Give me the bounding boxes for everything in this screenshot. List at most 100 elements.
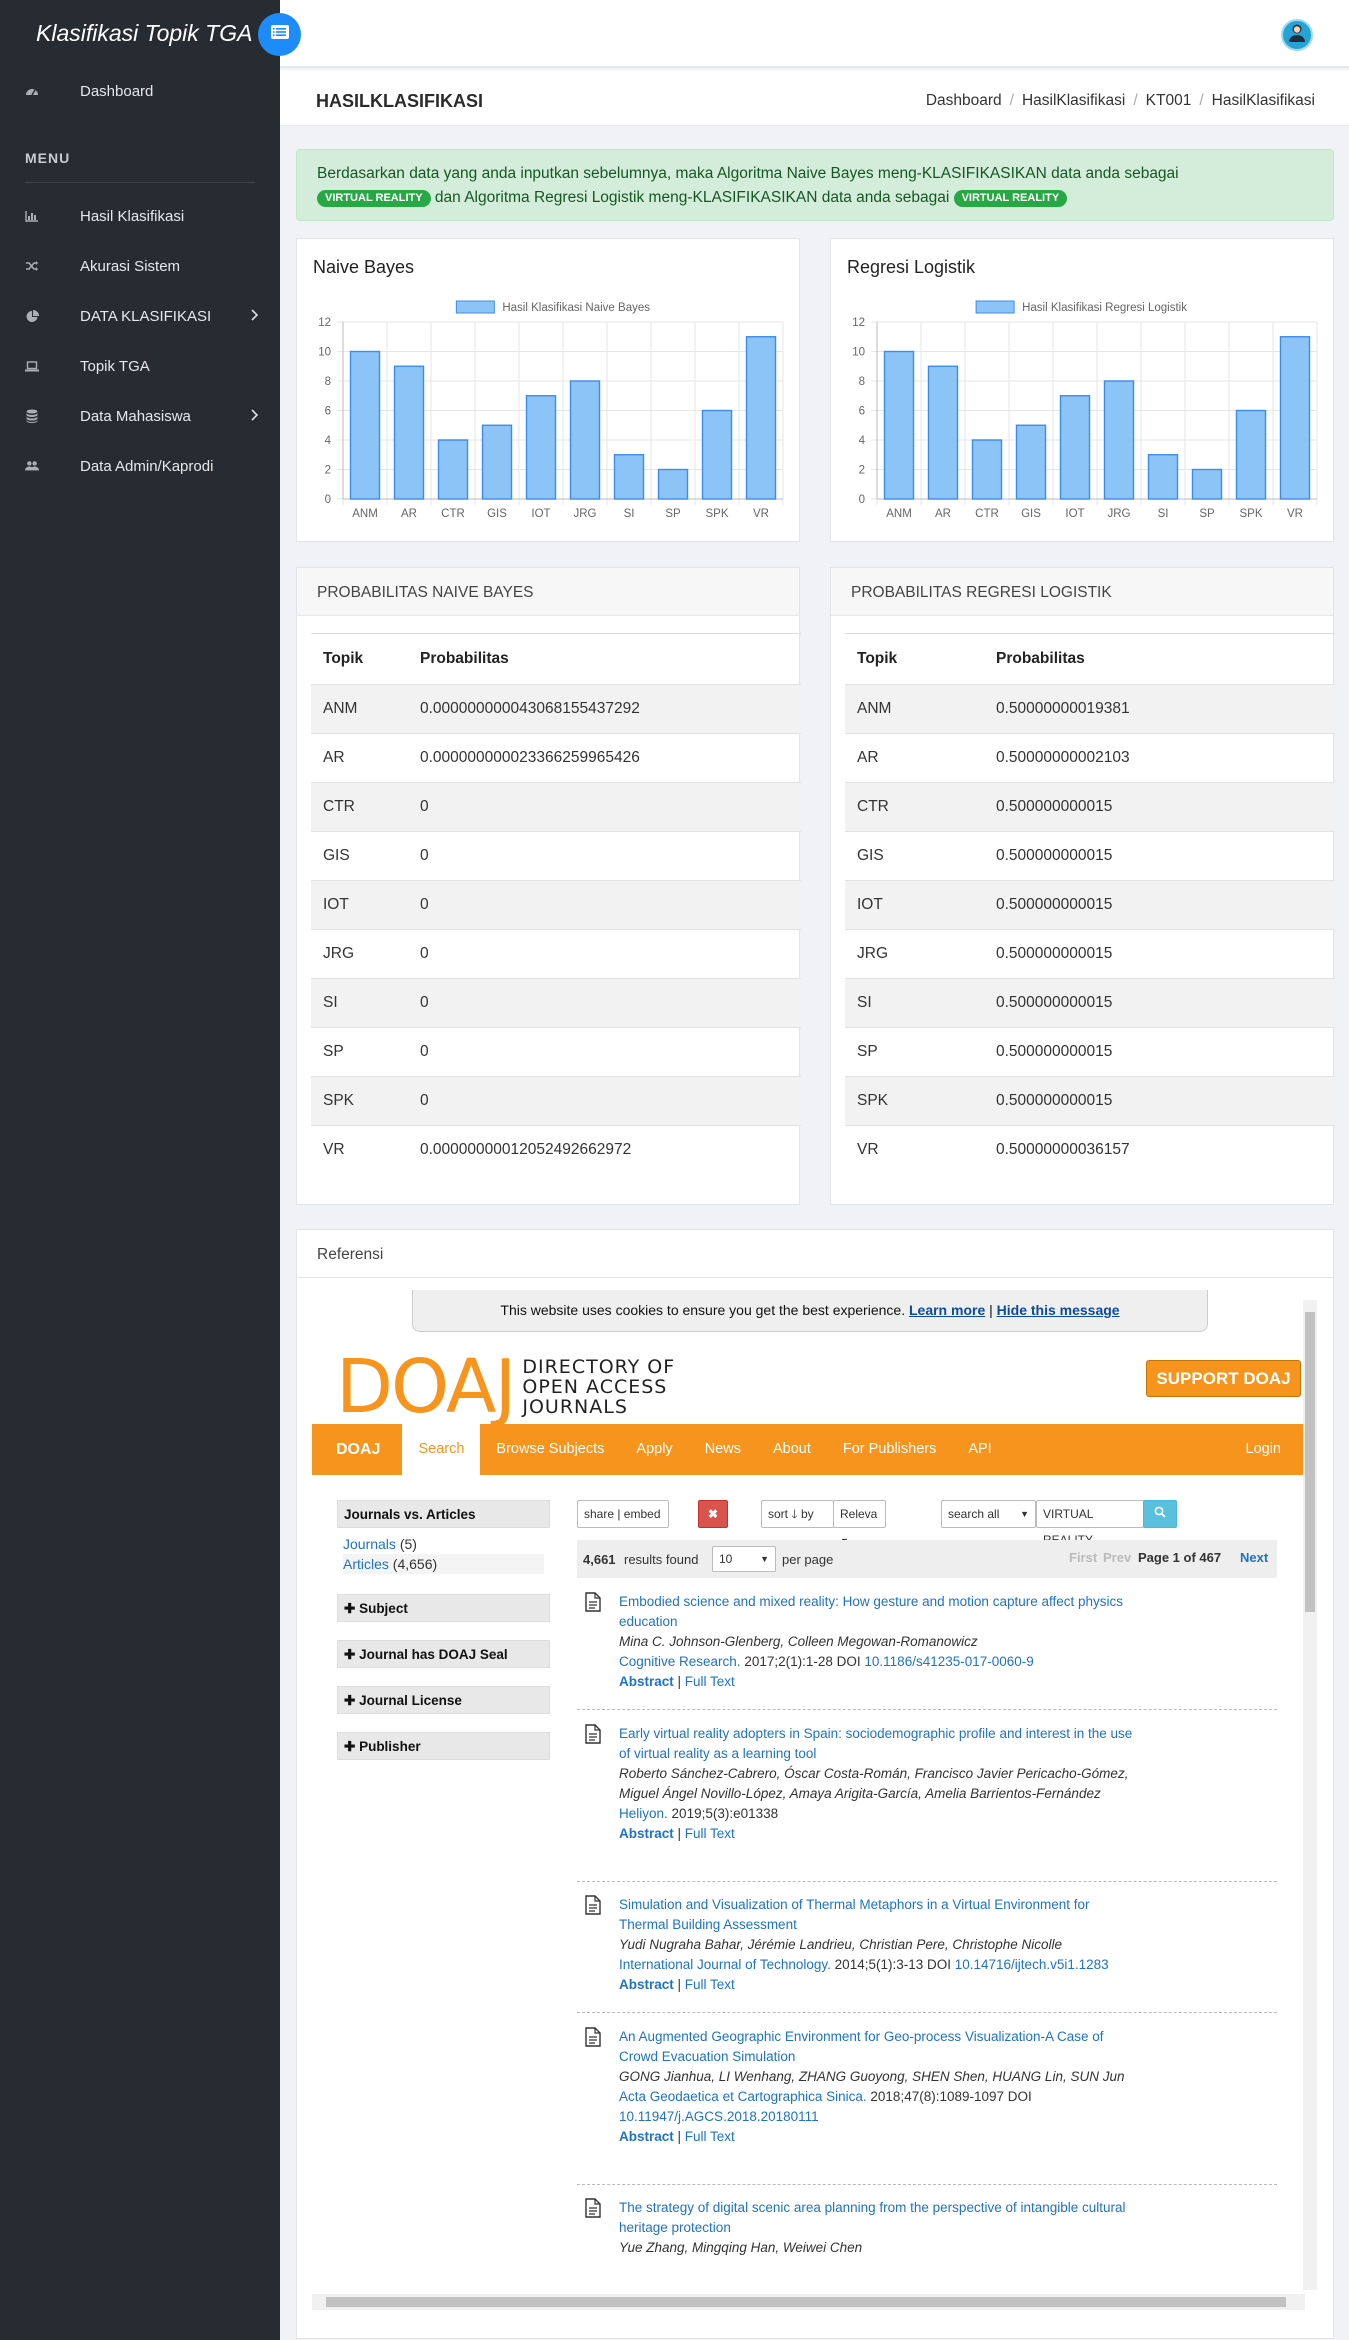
nav-login[interactable]: Login — [1230, 1424, 1305, 1475]
abstract-link[interactable]: Abstract — [619, 1826, 674, 1841]
cookie-hide-link[interactable]: Hide this message — [997, 1302, 1120, 1318]
facet-publisher[interactable]: ✚ Publisher — [337, 1732, 550, 1760]
nav-for-publishers[interactable]: For Publishers — [827, 1424, 952, 1475]
abstract-link[interactable]: Abstract — [619, 2129, 674, 2144]
x-tick-label: JRG — [574, 508, 597, 520]
sidebar-item-data-klasifikasi[interactable]: DATA KLASIFIKASI — [0, 291, 280, 341]
doaj-embedded-frame[interactable]: This website uses cookies to ensure you … — [312, 1290, 1319, 2310]
x-tick-label: VR — [1287, 508, 1303, 520]
cell-probabilitas: 0.500000000015 — [984, 1076, 1335, 1126]
user-avatar[interactable] — [1281, 19, 1313, 51]
nav-browse-subjects[interactable]: Browse Subjects — [480, 1424, 620, 1475]
facet-subject[interactable]: ✚ Subject — [337, 1594, 550, 1622]
full-text-link[interactable]: Full Text — [685, 1674, 735, 1689]
facet-panel: Journals vs. Articles Journals (5) Artic… — [337, 1500, 550, 1778]
result-doi-link[interactable]: 10.11947/j.AGCS.2018.20180111 — [619, 2109, 819, 2124]
sidebar-item-data-mahasiswa[interactable]: Data Mahasiswa — [0, 391, 280, 441]
sidebar-item-topik-tga[interactable]: Topik TGA — [0, 341, 280, 391]
y-tick-label: 4 — [859, 435, 866, 447]
scrollbar-thumb[interactable] — [326, 2297, 1286, 2307]
y-tick-label: 0 — [325, 494, 331, 506]
nav-api[interactable]: API — [952, 1424, 1007, 1475]
doaj-logo[interactable]: DOAJ DIRECTORY OF OPEN ACCESS JOURNALS — [336, 1350, 675, 1424]
horizontal-scrollbar[interactable] — [312, 2294, 1305, 2310]
facet-doaj-seal[interactable]: ✚ Journal has DOAJ Seal — [337, 1640, 550, 1668]
nav-news[interactable]: News — [689, 1424, 757, 1475]
breadcrumb-item-hasilklasifikasi[interactable]: HasilKlasifikasi — [1022, 92, 1125, 110]
search-input[interactable]: VIRTUAL REALITY — [1036, 1500, 1144, 1547]
bar-gis — [1015, 424, 1047, 500]
facet-journal-license[interactable]: ✚ Journal License — [337, 1686, 550, 1714]
sidebar-toggle-button[interactable] — [258, 13, 301, 56]
facet-journals-vs-articles[interactable]: Journals vs. Articles — [337, 1500, 550, 1528]
result-journal-link[interactable]: International Journal of Technology. — [619, 1957, 831, 1972]
per-page-select[interactable]: 10 ▼ — [712, 1546, 776, 1572]
share-embed-button[interactable]: share | embed — [577, 1500, 669, 1528]
result-title-link[interactable]: Simulation and Visualization of Thermal … — [619, 1895, 1139, 1935]
prev-page-link[interactable]: Prev — [1103, 1550, 1131, 1565]
result-title-link[interactable]: An Augmented Geographic Environment for … — [619, 2027, 1139, 2067]
result-journal-link[interactable]: Cognitive Research. — [619, 1654, 741, 1669]
alert-text-1: Berdasarkan data yang anda inputkan sebe… — [317, 165, 1179, 182]
nav-apply[interactable]: Apply — [620, 1424, 688, 1475]
result-journal-link[interactable]: Acta Geodaetica et Cartographica Sinica. — [619, 2089, 867, 2104]
next-page-link[interactable]: Next — [1240, 1550, 1268, 1565]
close-icon: ✖ — [707, 1507, 719, 1521]
table-row: SPK 0 — [311, 1076, 801, 1126]
cell-probabilitas: 0.50000000036157 — [984, 1125, 1335, 1175]
sidebar-item-hasil-klasifikasi[interactable]: Hasil Klasifikasi — [0, 191, 280, 241]
search-button[interactable] — [1143, 1500, 1177, 1528]
full-text-link[interactable]: Full Text — [685, 1826, 735, 1841]
bar-spk — [701, 409, 733, 500]
full-text-link[interactable]: Full Text — [685, 2129, 735, 2144]
cookie-learn-more-link[interactable]: Learn more — [909, 1302, 985, 1318]
breadcrumb-item-kt001[interactable]: KT001 — [1146, 92, 1192, 110]
cell-probabilitas: 0.500000000015 — [984, 831, 1335, 881]
abstract-link[interactable]: Abstract — [619, 1977, 674, 1992]
document-icon — [585, 2027, 601, 2047]
result-alert: Berdasarkan data yang anda inputkan sebe… — [296, 149, 1334, 221]
sidebar-item-akurasi-sistem[interactable]: Akurasi Sistem — [0, 241, 280, 291]
result-journal-link[interactable]: Heliyon. — [619, 1806, 668, 1821]
facet-articles-link[interactable]: Articles — [343, 1556, 389, 1572]
cell-probabilitas: 0 — [408, 831, 801, 881]
table-row: VR 0.00000000012052492662972 — [311, 1125, 801, 1175]
search-result-item: Simulation and Visualization of Thermal … — [577, 1895, 1277, 2013]
y-tick-label: 4 — [325, 435, 332, 447]
result-title-link[interactable]: Early virtual reality adopters in Spain:… — [619, 1724, 1139, 1764]
sidebar-item-data-admin[interactable]: Data Admin/Kaprodi — [0, 441, 280, 491]
cell-topik: JRG — [311, 929, 408, 979]
cookie-text: This website uses cookies to ensure you … — [500, 1302, 906, 1318]
first-page-link[interactable]: First — [1069, 1550, 1097, 1565]
result-doi-link[interactable]: 10.1186/s41235-017-0060-9 — [864, 1654, 1033, 1669]
nav-doaj-home[interactable]: DOAJ — [312, 1424, 396, 1475]
x-tick-label: SI — [624, 508, 635, 520]
breadcrumb-item-dashboard[interactable]: Dashboard — [926, 92, 1002, 110]
nav-search[interactable]: Search — [402, 1424, 481, 1475]
per-page-label: per page — [782, 1552, 834, 1567]
sidebar-item-label: Hasil Klasifikasi — [80, 207, 185, 225]
clear-search-button[interactable]: ✖ — [698, 1500, 728, 1528]
results-count: 4,661 — [583, 1552, 616, 1567]
support-doaj-button[interactable]: SUPPORT DOAJ — [1146, 1360, 1301, 1397]
prob-naive-bayes-card: PROBABILITAS NAIVE BAYES Topik Probabilit… — [296, 567, 801, 1205]
result-doi-link[interactable]: 10.14716/ijtech.v5i1.1283 — [955, 1957, 1109, 1972]
scrollbar-thumb[interactable] — [1305, 1312, 1315, 1612]
search-result-item: An Augmented Geographic Environment for … — [577, 2027, 1277, 2185]
facet-journals-link[interactable]: Journals — [343, 1536, 396, 1552]
abstract-link[interactable]: Abstract — [619, 1674, 674, 1689]
full-text-link[interactable]: Full Text — [685, 1977, 735, 1992]
sidebar-item-label: Dashboard — [80, 82, 154, 100]
result-title-link[interactable]: The strategy of digital scenic area plan… — [619, 2198, 1139, 2238]
sidebar-item-dashboard[interactable]: Dashboard — [0, 66, 280, 116]
cell-probabilitas: 0 — [408, 782, 801, 832]
vertical-scrollbar[interactable] — [1303, 1300, 1317, 2290]
arrow-down-icon: 🡓 — [791, 1507, 798, 1521]
search-field-select[interactable]: search all ▼ — [941, 1500, 1036, 1528]
bar-sp — [657, 468, 689, 500]
nav-about[interactable]: About — [757, 1424, 827, 1475]
result-title-link[interactable]: Embodied science and mixed reality: How … — [619, 1592, 1139, 1632]
sort-field-select[interactable]: Releva ▼ — [833, 1500, 886, 1546]
cell-probabilitas: 0 — [408, 929, 801, 979]
sort-button[interactable]: sort 🡓 by — [761, 1500, 834, 1528]
